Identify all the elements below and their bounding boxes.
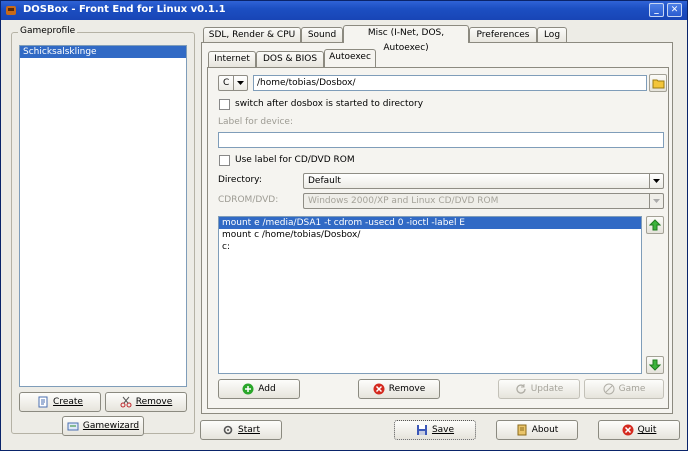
close-circle-icon bbox=[622, 424, 634, 436]
list-item[interactable]: mount c /home/tobias/Dosbox/ bbox=[219, 229, 641, 241]
minimize-button[interactable]: _ bbox=[649, 3, 664, 17]
tab-log[interactable]: Log bbox=[537, 27, 567, 43]
autoexec-command-list[interactable]: mount e /media/DSA1 -t cdrom -usecd 0 -i… bbox=[218, 216, 642, 374]
gamewizard-button[interactable]: Gamewizard bbox=[62, 416, 144, 436]
add-icon bbox=[242, 383, 254, 395]
remove-profile-button[interactable]: Remove bbox=[105, 392, 187, 412]
refresh-icon bbox=[516, 384, 526, 394]
use-label-cdrom-checkbox[interactable] bbox=[219, 155, 230, 166]
list-item[interactable]: mount e /media/DSA1 -t cdrom -usecd 0 -i… bbox=[219, 217, 641, 229]
info-book-icon bbox=[517, 424, 527, 436]
quit-button[interactable]: Quit bbox=[598, 420, 680, 440]
tab-sdl-render-cpu[interactable]: SDL, Render & CPU bbox=[203, 27, 301, 43]
drive-select-value: C bbox=[223, 78, 230, 88]
about-label: About bbox=[531, 425, 559, 435]
move-down-button[interactable] bbox=[646, 356, 664, 374]
chevron-down-icon bbox=[649, 174, 663, 188]
window-title: DOSBox - Front End for Linux v0.1.1 bbox=[23, 4, 226, 15]
move-up-button[interactable] bbox=[646, 216, 664, 234]
list-item[interactable]: Schicksalsklinge bbox=[20, 46, 186, 58]
title-bar[interactable]: DOSBox - Front End for Linux v0.1.1 _ ✕ bbox=[1, 1, 687, 20]
start-button[interactable]: Start bbox=[200, 420, 282, 440]
gameprofile-group-title: Gameprofile bbox=[18, 26, 78, 36]
arrow-down-icon bbox=[649, 359, 661, 371]
directory-select[interactable]: Default bbox=[303, 173, 664, 189]
autoexec-panel: C /home/tobias/Dosbox/ switch after dosb… bbox=[207, 67, 669, 409]
client-area: Gameprofile Schicksalsklinge Create Remo… bbox=[1, 20, 687, 450]
update-command-button[interactable]: Update bbox=[498, 379, 580, 399]
subtab-autoexec[interactable]: Autoexec bbox=[324, 49, 376, 67]
remove-icon bbox=[373, 383, 385, 395]
gear-icon bbox=[223, 425, 233, 435]
remove-command-label: Remove bbox=[388, 384, 426, 394]
directory-label: Directory: bbox=[218, 175, 262, 185]
list-item[interactable]: c: bbox=[219, 241, 641, 253]
label-for-device-label: Label for device: bbox=[218, 117, 293, 127]
wizard-icon bbox=[67, 422, 79, 431]
app-window: DOSBox - Front End for Linux v0.1.1 _ ✕ … bbox=[0, 0, 688, 451]
use-label-cdrom-label: Use label for CD/DVD ROM bbox=[235, 155, 355, 165]
path-input[interactable]: /home/tobias/Dosbox/ bbox=[253, 75, 647, 91]
new-document-icon bbox=[38, 396, 48, 408]
misc-tab-panel: Internet DOS & BIOS Autoexec C /home/tob… bbox=[201, 42, 673, 414]
gameprofile-group: Gameprofile Schicksalsklinge Create Remo… bbox=[11, 26, 195, 436]
about-button[interactable]: About bbox=[496, 420, 578, 440]
dosbox-app-icon bbox=[6, 6, 16, 15]
start-label: Start bbox=[238, 425, 260, 435]
quit-label: Quit bbox=[637, 425, 657, 435]
close-button[interactable]: ✕ bbox=[667, 3, 682, 17]
subtab-dos-bios[interactable]: DOS & BIOS bbox=[256, 51, 324, 67]
add-label: Add bbox=[258, 384, 276, 394]
subtab-internet[interactable]: Internet bbox=[208, 51, 256, 67]
create-button[interactable]: Create bbox=[19, 392, 101, 412]
floppy-disk-icon bbox=[416, 425, 427, 435]
gameprofile-list[interactable]: Schicksalsklinge bbox=[19, 45, 187, 387]
switch-directory-checkbox[interactable] bbox=[219, 99, 230, 110]
device-label-input[interactable] bbox=[218, 132, 664, 148]
arrow-up-icon bbox=[649, 219, 661, 231]
save-label: Save bbox=[431, 425, 455, 435]
cdrom-select[interactable]: Windows 2000/XP and Linux CD/DVD ROM bbox=[303, 193, 664, 209]
tab-preferences[interactable]: Preferences bbox=[469, 27, 537, 43]
folder-icon bbox=[652, 79, 664, 88]
cdrom-label: CDROM/DVD: bbox=[218, 195, 279, 205]
game-label: Game bbox=[618, 384, 646, 394]
tab-misc[interactable]: Misc (I-Net, DOS, Autoexec) bbox=[343, 25, 469, 53]
directory-select-value: Default bbox=[308, 176, 341, 186]
chevron-down-icon bbox=[233, 76, 247, 90]
drive-select[interactable]: C bbox=[218, 75, 248, 91]
cdrom-select-value: Windows 2000/XP and Linux CD/DVD ROM bbox=[308, 196, 499, 206]
scissors-icon bbox=[120, 396, 132, 408]
tab-sound[interactable]: Sound bbox=[301, 27, 343, 43]
browse-folder-button[interactable] bbox=[649, 74, 667, 92]
update-label: Update bbox=[530, 384, 564, 394]
remove-profile-label: Remove bbox=[135, 397, 173, 407]
add-command-button[interactable]: Add bbox=[218, 379, 300, 399]
game-icon bbox=[603, 383, 615, 395]
create-label: Create bbox=[53, 397, 83, 407]
save-button[interactable]: Save bbox=[394, 420, 476, 440]
chevron-down-icon bbox=[649, 194, 663, 208]
gamewizard-label: Gamewizard bbox=[82, 421, 140, 431]
game-command-button[interactable]: Game bbox=[584, 379, 664, 399]
switch-directory-label: switch after dosbox is started to direct… bbox=[235, 99, 424, 109]
remove-command-button[interactable]: Remove bbox=[358, 379, 440, 399]
